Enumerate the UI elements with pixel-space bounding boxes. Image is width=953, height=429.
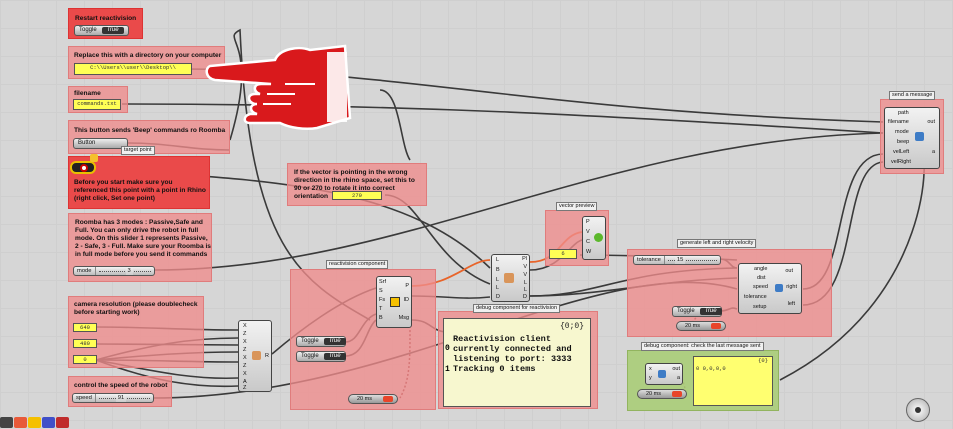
rotation-panel[interactable]: 270 (332, 191, 382, 200)
vector-preview-title: vector preview (556, 202, 598, 211)
toolbar-component-icon[interactable] (0, 417, 13, 428)
velocity-timer[interactable]: 20 ms (676, 321, 726, 331)
point-param-icon (80, 164, 88, 172)
pl-script-icon (504, 273, 514, 283)
speed-slider[interactable]: speed 91 (72, 393, 154, 403)
beep-button[interactable]: Button (73, 138, 128, 149)
vector-preview-panel[interactable]: 6 (549, 249, 577, 259)
velocity-toggle[interactable]: Toggle True (672, 306, 722, 317)
xyz-component[interactable]: X Z X Z X Z X A Z R (238, 320, 272, 392)
reactivision-icon (390, 297, 400, 307)
debug-last-panel[interactable]: {0} 0 0,0,0,0 (693, 356, 773, 406)
directory-panel[interactable]: C:\\Users\\user\\Desktop\\ (74, 63, 192, 75)
point-warning-icon (90, 154, 98, 162)
camera-title: camera resolution (please doublecheck be… (74, 301, 198, 316)
velocity-title: generate left and right velocity (677, 239, 757, 248)
speed-title: control the speed of the robot (74, 382, 168, 389)
toolbar-vb-icon[interactable] (42, 417, 55, 428)
toolbar-reactivision-icon[interactable] (28, 417, 41, 428)
target-point-tag: target point (121, 146, 155, 155)
toolbar-timer-icon[interactable] (14, 417, 27, 428)
script-icon (252, 351, 261, 360)
restart-title: Restart reactivision (75, 15, 137, 22)
debug-python-icon (658, 370, 666, 378)
debug-last-timer[interactable]: 20 ms (637, 389, 687, 399)
point-param[interactable] (70, 161, 96, 174)
debug-last-title: debug component: check the last message … (641, 342, 764, 351)
reactivision-toggle-1[interactable]: Toggle True (296, 336, 346, 347)
vector-preview-icon (594, 233, 603, 242)
bottom-toolbar (0, 417, 69, 428)
send-python-icon (915, 132, 924, 141)
mode-slider[interactable]: mode 3 (73, 266, 155, 276)
camera-height-panel[interactable]: 480 (73, 339, 97, 348)
canvas-navigation-icon[interactable] (906, 398, 930, 422)
mode-note-text: Roomba has 3 modes : Passive,Safe and Fu… (75, 219, 211, 258)
debug-reactivision-panel[interactable]: {0;0} 0 1 Reactivision client currently … (443, 318, 591, 407)
timer-arrow-icon (711, 323, 721, 329)
camera-zero-panel[interactable]: 0 (73, 355, 97, 364)
reactivision-title: reactivision component (326, 260, 389, 269)
camera-width-panel[interactable]: 640 (73, 323, 97, 332)
restart-toggle[interactable]: Toggle True (74, 25, 129, 36)
reactivision-component[interactable]: Srf S Fs T B P ID Msg (376, 276, 412, 328)
filename-panel[interactable]: commands.txt (73, 99, 121, 110)
pointing-hand-icon (205, 44, 352, 131)
pl-component[interactable]: L B L L D Pl V V L L D (491, 254, 530, 302)
grasshopper-canvas[interactable]: Restart reactivision Toggle True Replace… (0, 0, 953, 429)
filename-title: filename (74, 90, 101, 97)
timer-arrow-icon (383, 396, 393, 402)
tolerance-slider[interactable]: tolerance 15 (633, 255, 721, 265)
debug-last-component[interactable]: x y out a (645, 363, 683, 385)
velocity-component[interactable]: angle dist speed tolerance setup out rig… (738, 263, 802, 314)
reactivision-timer[interactable]: 20 ms (348, 394, 398, 404)
send-message-component[interactable]: path filename mode beep velLeft velRight… (884, 107, 940, 169)
directory-title: Replace this with a directory on your co… (74, 52, 222, 59)
toolbar-csharp-icon[interactable] (56, 417, 69, 428)
beep-title: This button sends 'Beep' commands ro Roo… (74, 127, 226, 134)
python-icon (775, 284, 783, 292)
timer-arrow-icon (672, 391, 682, 397)
reactivision-toggle-2[interactable]: Toggle True (296, 351, 346, 362)
debug-reactivision-title: debug component for reactivision (473, 304, 561, 313)
point-warning-text: Before you start make sure you reference… (74, 179, 206, 202)
send-message-title: send a message (889, 91, 936, 100)
vector-preview-component[interactable]: P V C W (582, 216, 606, 260)
